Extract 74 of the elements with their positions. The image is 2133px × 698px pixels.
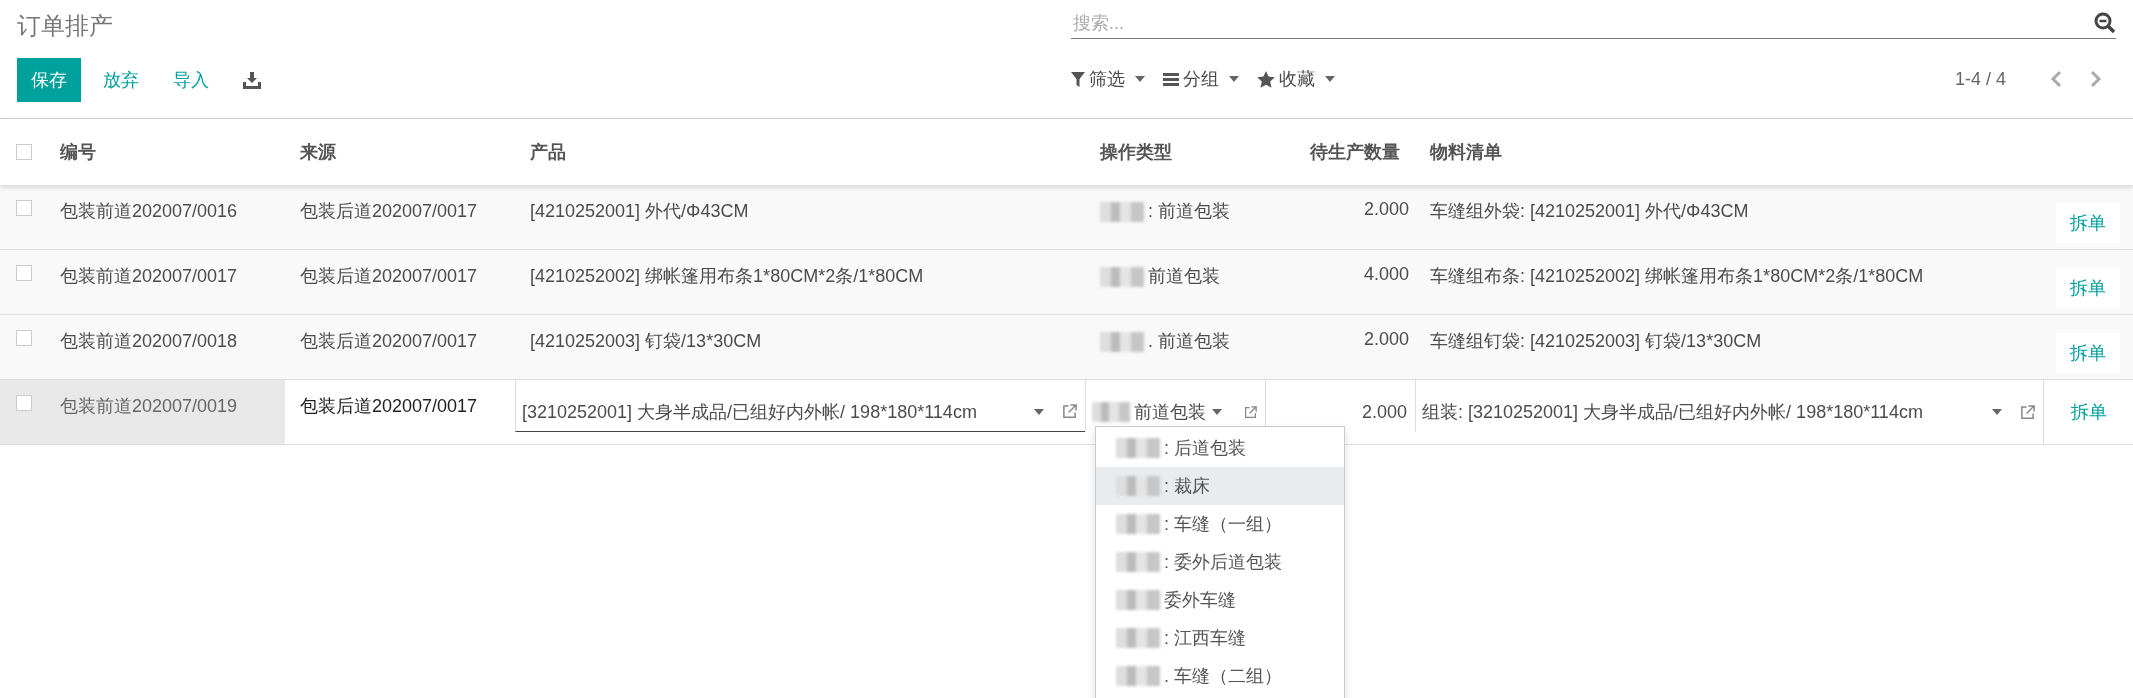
breadcrumb-title: 订单排产: [17, 11, 114, 41]
checkbox[interactable]: [16, 330, 32, 346]
dropdown-item[interactable]: 委外车缝: [1096, 581, 1344, 619]
table-cell: 车缝组钉袋: [4210252003] 钉袋/13*30CM: [1430, 331, 1762, 351]
checkbox[interactable]: [16, 265, 32, 281]
search-menu-button[interactable]: 分组: [1163, 67, 1247, 91]
table-cell: 2.000: [1363, 329, 1409, 349]
caret-icon: [1135, 76, 1145, 82]
table-cell: 车缝组布条: [4210252002] 绑帐篷用布条1*80CM*2条/1*80CM: [1430, 266, 1924, 286]
table-cell: 4.000: [1363, 264, 1409, 284]
dropdown-item[interactable]: : 江西车缝: [1096, 619, 1344, 657]
column-header[interactable]: 待生产数量: [1265, 140, 1415, 164]
caret-icon: [1229, 76, 1239, 82]
dropdown-item[interactable]: : 裁床: [1096, 467, 1344, 505]
dropdown-item[interactable]: : 车缝（一组）: [1096, 505, 1344, 543]
bom-field[interactable]: 组装: [3210252001] 大身半成品/已组好内外帐/ 198*180*114cm: [1415, 380, 2043, 432]
redaction-blur: [1100, 267, 1144, 288]
table-cell: [4210252003] 钉袋/13*30CM: [530, 331, 762, 351]
download-icon: [243, 71, 261, 89]
table-cell: 车缝组外袋: [4210252001] 外代/Φ43CM: [1430, 201, 1749, 221]
list-icon: [1163, 72, 1179, 86]
table-cell: 前道包装: [1148, 266, 1220, 286]
table-cell: [4210252001] 外代/Φ43CM: [530, 201, 749, 221]
redaction-blur: [1100, 202, 1144, 223]
redaction-blur: [1092, 402, 1131, 422]
product-field[interactable]: [3210252001] 大身半成品/已组好内外帐/ 198*180*114cm: [515, 380, 1085, 432]
checkbox[interactable]: [16, 200, 32, 216]
column-header[interactable]: 产品: [515, 140, 1085, 164]
caret-icon: [1992, 409, 2002, 415]
redaction-blur: [1116, 590, 1160, 610]
redaction-blur: [1116, 666, 1160, 686]
column-header[interactable]: 编号: [45, 140, 285, 164]
redaction-blur: [1100, 332, 1144, 353]
search-menu-button[interactable]: 收藏: [1257, 67, 1343, 91]
redaction-blur: [1116, 476, 1160, 496]
table-cell: 包装前道202007/0019: [60, 396, 238, 416]
search-menu-button[interactable]: 筛选: [1071, 67, 1153, 91]
column-header[interactable]: 物料清单: [1415, 140, 2043, 164]
table-cell: 包装前道202007/0016: [60, 201, 238, 221]
checkbox[interactable]: [16, 144, 32, 160]
caret-icon: [1212, 409, 1223, 415]
redaction-blur: [1116, 552, 1160, 572]
table-cell: : 前道包装: [1148, 201, 1230, 221]
dropdown-item[interactable]: . 车缝（二组）: [1096, 657, 1344, 695]
filter-icon: [1071, 71, 1085, 87]
table-cell: 包装后道202007/0017: [300, 201, 478, 221]
redaction-blur: [1116, 438, 1160, 458]
previous-icon[interactable]: [2050, 70, 2062, 88]
pager-value: 1-4 / 4: [1954, 68, 2006, 90]
table-cell: [4210252002] 绑帐篷用布条1*80CM*2条/1*80CM: [530, 266, 924, 286]
column-header[interactable]: 来源: [285, 140, 515, 164]
table-cell: . 前道包装: [1148, 331, 1230, 351]
table-cell: 包装后道202007/0017: [300, 331, 478, 351]
table-cell: 包装前道202007/0017: [60, 266, 238, 286]
external-link-icon[interactable]: [2020, 404, 2035, 420]
table-cell: 包装后道202007/0017: [300, 396, 478, 416]
checkbox[interactable]: [16, 395, 32, 411]
next-icon[interactable]: [2090, 70, 2102, 88]
quantity-field[interactable]: 2.000: [1265, 380, 1415, 432]
redaction-blur: [1116, 628, 1160, 648]
dropdown-item[interactable]: : 委外后道包装: [1096, 543, 1344, 581]
column-header[interactable]: 操作类型: [1085, 140, 1265, 164]
external-link-icon[interactable]: [1244, 404, 1257, 420]
caret-icon: [1325, 76, 1335, 82]
redaction-blur: [1116, 514, 1160, 534]
table-cell: 包装前道202007/0018: [60, 331, 238, 351]
search-icon[interactable]: [2094, 12, 2116, 34]
star-icon: [1257, 70, 1275, 88]
operation-type-field[interactable]: 前道包装: [1134, 400, 1223, 424]
dropdown-item[interactable]: : 后道包装: [1096, 429, 1344, 467]
table-cell: 2.000: [1363, 199, 1409, 219]
caret-icon: [1034, 408, 1044, 415]
table-cell: 包装后道202007/0017: [300, 266, 478, 286]
external-link-icon[interactable]: [1062, 404, 1077, 419]
